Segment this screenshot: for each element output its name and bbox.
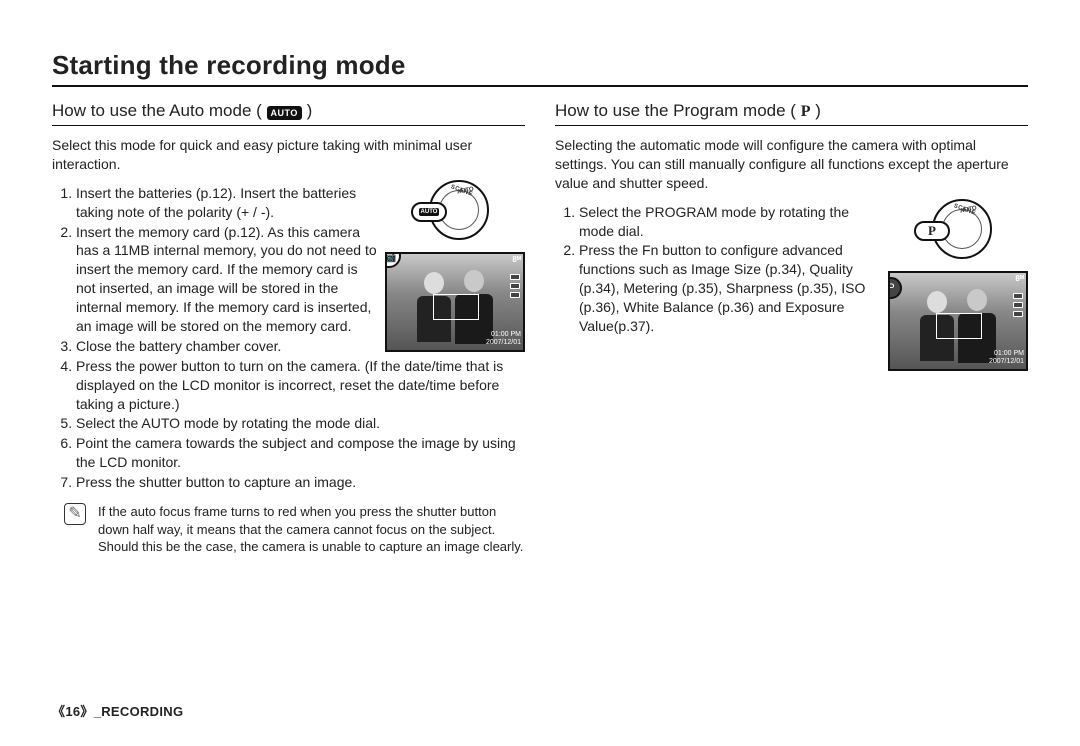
lcd-top-right: 8ᴹ (512, 256, 521, 264)
note-text: If the auto focus frame turns to red whe… (98, 503, 525, 556)
lcd-bottom-right: 01:00 PM 2007/12/01 (989, 350, 1024, 367)
mode-dial-illustration-auto: SCENE AUTO AUTO (411, 180, 499, 244)
page-title-rule: Starting the recording mode (52, 50, 1028, 87)
manual-page: Starting the recording mode How to use t… (0, 0, 1080, 746)
dial-selection-highlight: P (914, 221, 950, 241)
dial-highlight-label: P (928, 223, 936, 239)
lcd-time: 01:00 PM (491, 331, 521, 338)
two-column-layout: How to use the Auto mode ( AUTO ) Select… (52, 101, 1028, 556)
footer-bracket-open: 《 (52, 704, 65, 719)
left-illustrations: SCENE AUTO AUTO 📷 8ᴹ (385, 180, 525, 352)
lcd-bottom-right: 01:00 PM 2007/12/01 (486, 331, 521, 348)
left-heading-prefix: How to use the Auto mode ( (52, 101, 262, 120)
left-intro: Select this mode for quick and easy pict… (52, 136, 525, 174)
dial-selection-highlight: AUTO (411, 202, 447, 222)
program-mode-icon: P (801, 103, 811, 121)
footer-bracket-close: 》 (80, 704, 93, 719)
right-heading-prefix: How to use the Program mode ( (555, 101, 796, 120)
lcd-side-indicators (510, 274, 520, 298)
right-steps-area: SCENE AUTO P P 8ᴹ (555, 203, 1028, 371)
footer-section: _RECORDING (94, 704, 184, 719)
left-subhead-row: How to use the Auto mode ( AUTO ) (52, 101, 525, 126)
step-item: Point the camera towards the subject and… (76, 434, 525, 472)
mode-dial-illustration-program: SCENE AUTO P (914, 199, 1002, 263)
right-intro: Selecting the automatic mode will config… (555, 136, 1028, 193)
auto-mode-icon: AUTO (267, 106, 302, 120)
lcd-preview-auto: 📷 8ᴹ 01:00 PM 2007/12/01 (385, 252, 525, 352)
camera-icon: 📷 (385, 252, 401, 268)
left-steps-area: SCENE AUTO AUTO 📷 8ᴹ (52, 184, 525, 493)
step-item: Press the power button to turn on the ca… (76, 357, 525, 414)
lcd-side-indicators (1013, 293, 1023, 317)
right-subhead-row: How to use the Program mode ( P ) (555, 101, 1028, 126)
right-illustrations: SCENE AUTO P P 8ᴹ (888, 199, 1028, 371)
lcd-date: 2007/12/01 (486, 339, 521, 346)
dial-highlight-label: AUTO (419, 208, 440, 216)
lcd-preview-program: P 8ᴹ 01:00 PM 2007/12/01 (888, 271, 1028, 371)
note-block: ✎ If the auto focus frame turns to red w… (52, 503, 525, 556)
footer-page-number: 16 (65, 704, 80, 719)
program-badge-icon: P (888, 277, 902, 299)
focus-frame (936, 313, 982, 339)
lcd-date: 2007/12/01 (989, 358, 1024, 365)
right-column: How to use the Program mode ( P ) Select… (555, 101, 1028, 556)
left-subhead-text: How to use the Auto mode ( AUTO ) (52, 101, 312, 121)
lcd-time: 01:00 PM (994, 350, 1024, 357)
lcd-top-right: 8ᴹ (1015, 275, 1024, 283)
step-item: Select the AUTO mode by rotating the mod… (76, 414, 525, 433)
lcd-resolution: 8 (1015, 274, 1019, 283)
lcd-resolution: 8 (512, 255, 516, 264)
note-icon: ✎ (64, 503, 86, 525)
right-heading-suffix: ) (815, 101, 821, 120)
focus-frame (433, 294, 479, 320)
step-item: Press the shutter button to capture an i… (76, 473, 525, 492)
left-heading-suffix: ) (307, 101, 313, 120)
left-column: How to use the Auto mode ( AUTO ) Select… (52, 101, 525, 556)
right-subhead-text: How to use the Program mode ( P ) (555, 101, 821, 121)
page-title: Starting the recording mode (52, 50, 1028, 81)
page-footer: 《16》_RECORDING (52, 701, 183, 720)
